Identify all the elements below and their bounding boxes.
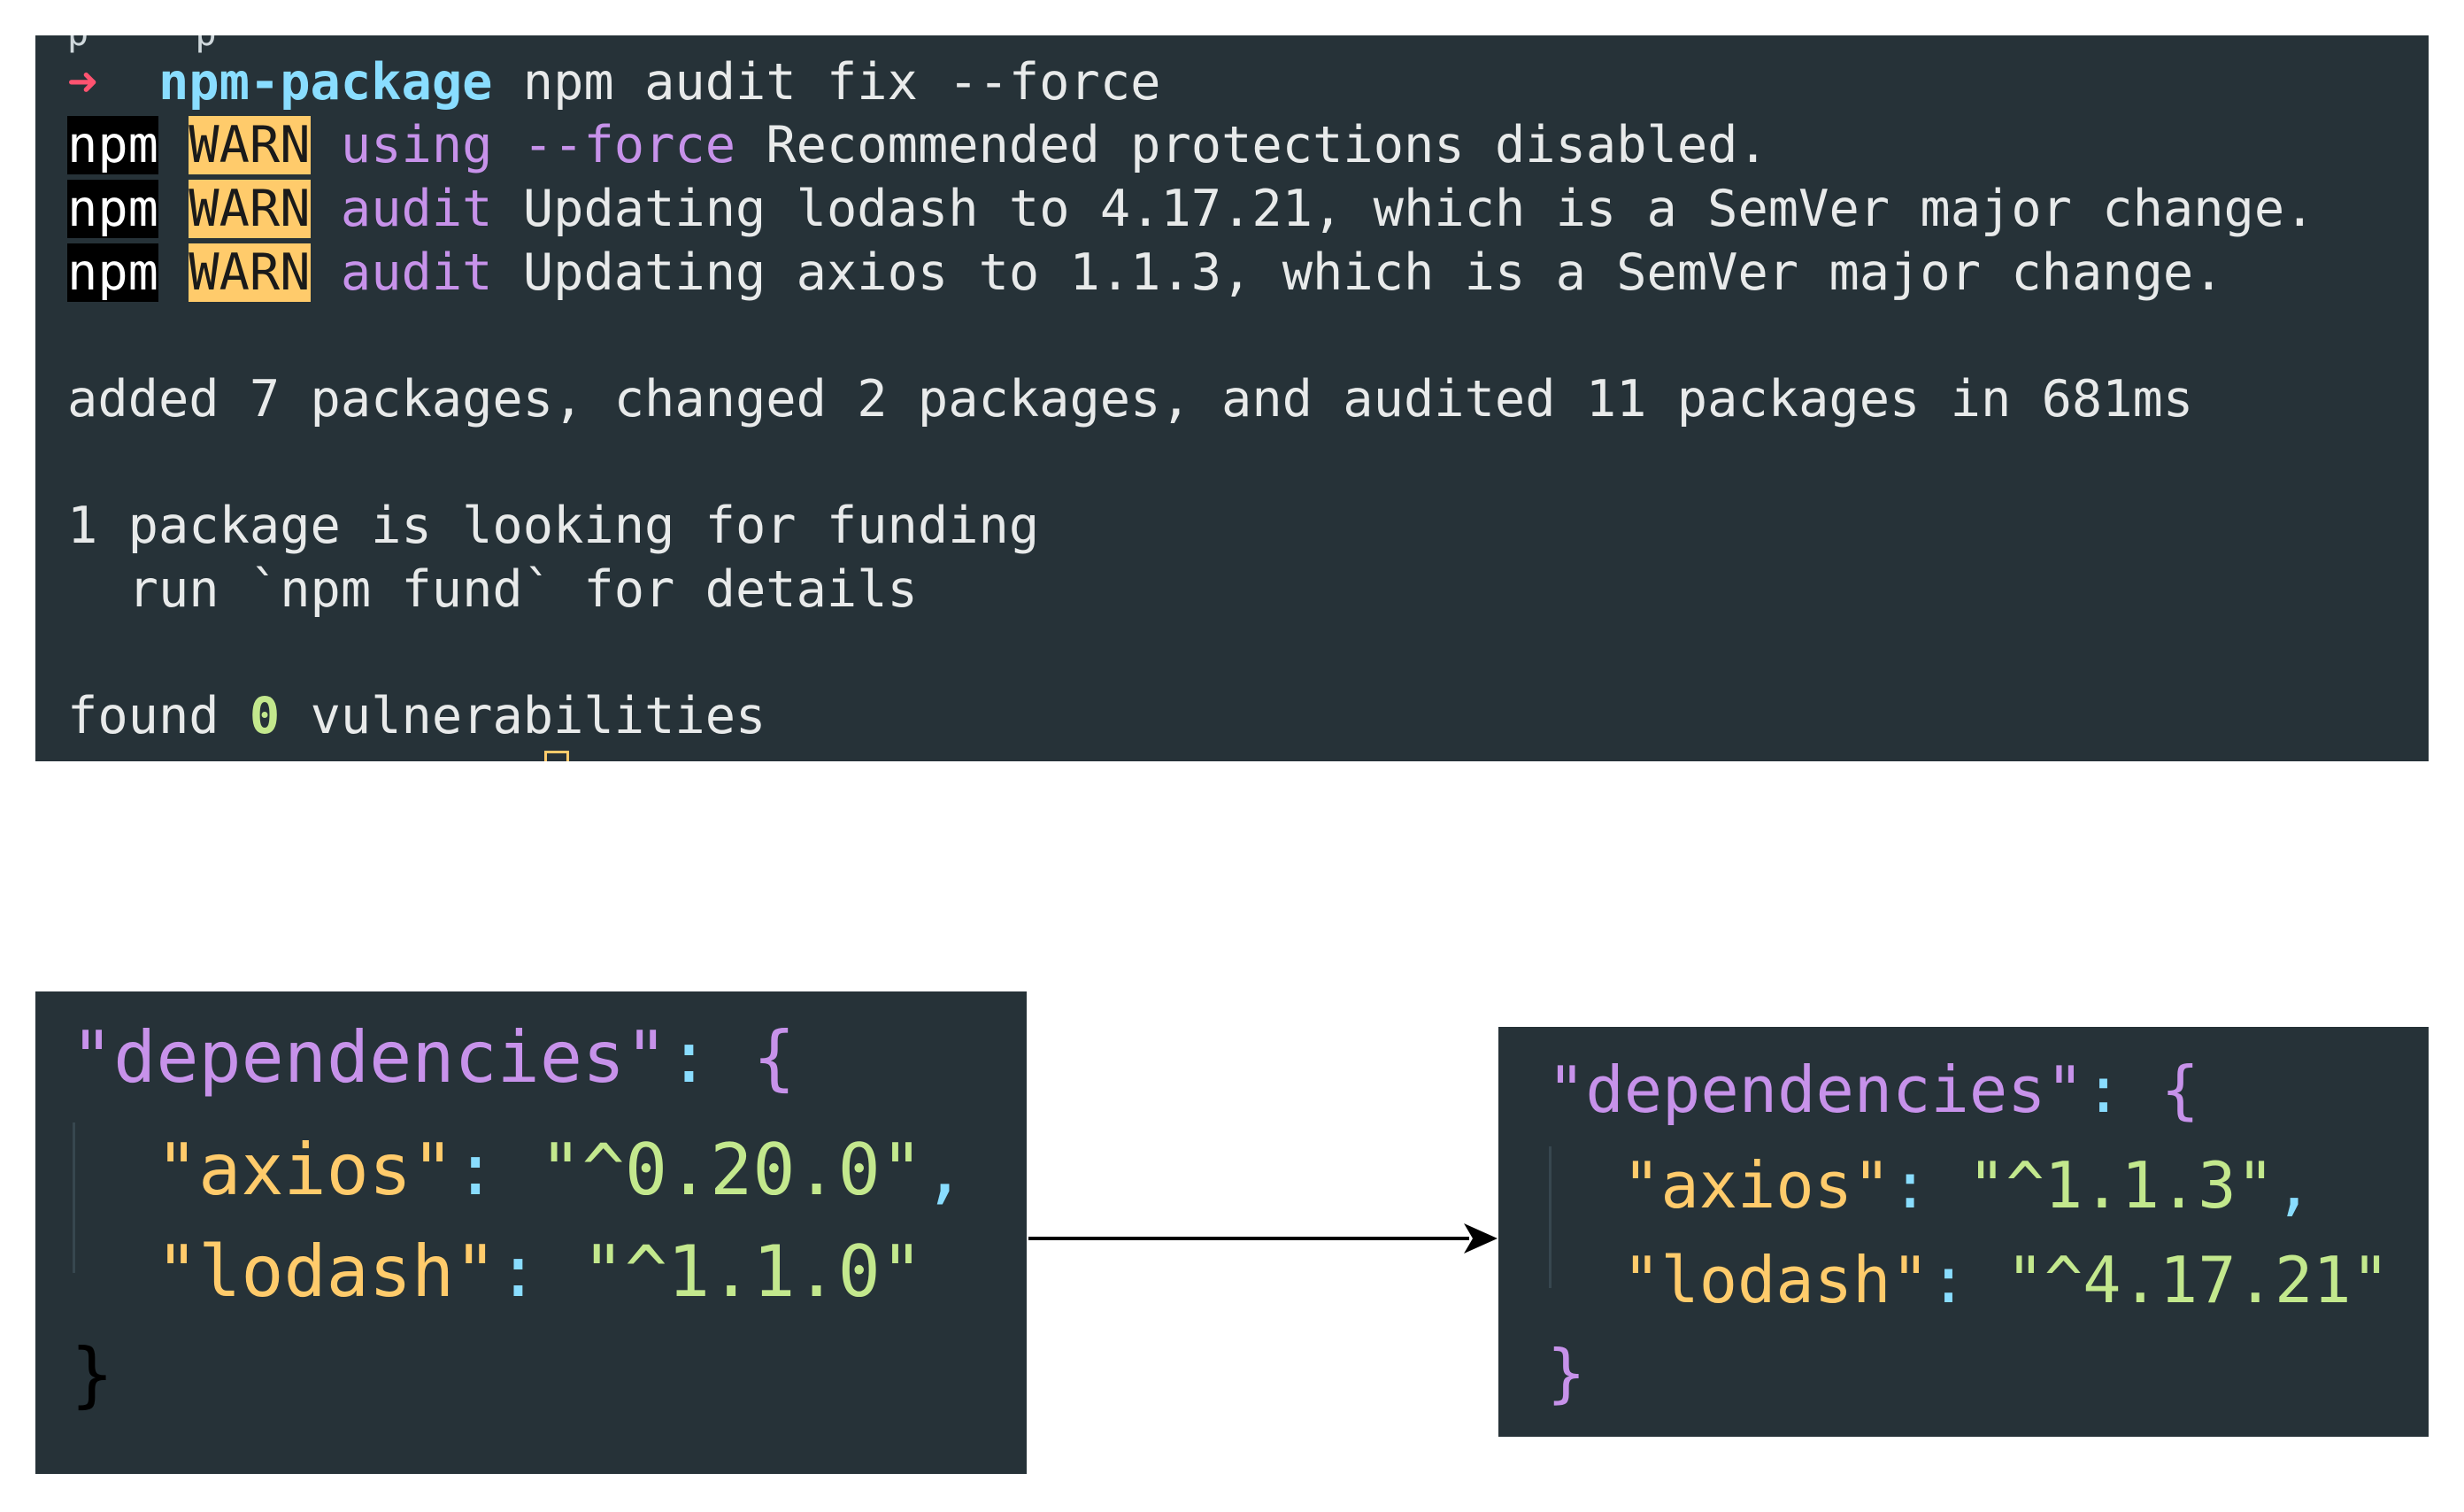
funding-line: 1 package is looking for funding (67, 497, 1040, 555)
dependency-entry-lodash: "lodash": "^4.17.21" (1622, 1243, 2391, 1317)
dependency-version: ^0.20.0 (581, 1129, 881, 1211)
open-brace: { (2160, 1053, 2199, 1127)
warn-tag: WARN (189, 180, 311, 238)
npm-tag: npm (67, 180, 158, 238)
found-prefix: found (67, 687, 219, 745)
terminal-panel: p · p ➜ npm-package npm audit fix --forc… (35, 35, 2429, 761)
warn-message: Updating axios to 1.1.3, which is a SemV… (522, 243, 2224, 302)
summary-line: added 7 packages, changed 2 packages, an… (67, 370, 2194, 428)
dependency-entry-axios: "axios": "^1.1.3", (1622, 1148, 2314, 1223)
found-line: found 0 vulnerabilities (67, 684, 766, 748)
dependency-name: lodash (198, 1230, 455, 1313)
npm-tag: npm (67, 116, 158, 174)
warn-keyword: audit (340, 180, 493, 238)
warn-line-3: npm WARN audit Updating axios to 1.1.3, … (67, 241, 2224, 305)
warn-line-1: npm WARN using --force Recommended prote… (67, 113, 1768, 177)
warn-tag: WARN (189, 243, 311, 302)
prompt-directory: npm-package (158, 53, 493, 112)
dependency-entry-axios: "axios": "^0.20.0", (156, 1129, 966, 1211)
dependencies-key-line: "dependencies": { (71, 1016, 796, 1099)
warn-keyword-2: --force (522, 116, 736, 174)
indent-guide (73, 1122, 75, 1273)
dependency-name: lodash (1660, 1243, 1891, 1317)
dependency-name: axios (1660, 1148, 1853, 1223)
found-suffix: vulnerabilities (310, 687, 766, 745)
open-brace: { (752, 1016, 796, 1099)
prompt-command: npm audit fix --force (522, 53, 1161, 112)
warn-message: Recommended protections disabled. (766, 116, 1768, 174)
dependencies-key-line: "dependencies": { (1547, 1053, 2199, 1127)
dependencies-key: dependencies (1585, 1053, 2046, 1127)
warn-line-2: npm WARN audit Updating lodash to 4.17.2… (67, 177, 2315, 241)
close-brace: } (1547, 1336, 1586, 1410)
dependencies-after-panel: "dependencies": { "axios": "^1.1.3", "lo… (1498, 1027, 2429, 1437)
npm-tag: npm (67, 243, 158, 302)
dependency-version: ^1.1.3 (2006, 1148, 2237, 1223)
vulnerability-count: 0 (249, 687, 281, 745)
dependency-version: ^1.1.0 (624, 1230, 881, 1313)
warn-tag: WARN (189, 116, 311, 174)
dependency-name: axios (198, 1129, 412, 1211)
dependency-entry-lodash: "lodash": "^1.1.0" (156, 1230, 923, 1313)
terminal-cursor (544, 751, 569, 761)
funding-hint-line: run `npm fund` for details (67, 560, 918, 619)
prompt-arrow-icon: ➜ (67, 53, 98, 112)
indent-guide (1549, 1146, 1552, 1288)
prompt-line: ➜ npm-package npm audit fix --force (67, 50, 1160, 114)
dependencies-before-panel: "dependencies": { "axios": "^0.20.0", "l… (35, 991, 1027, 1474)
dependency-version: ^4.17.21 (2044, 1243, 2352, 1317)
warn-keyword: audit (340, 243, 493, 302)
warn-keyword: using (340, 116, 493, 174)
warn-message: Updating lodash to 4.17.21, which is a S… (522, 180, 2315, 238)
right-arrow-icon (1028, 1223, 1498, 1254)
close-brace: } (71, 1333, 114, 1416)
dependencies-key: dependencies (113, 1016, 626, 1099)
